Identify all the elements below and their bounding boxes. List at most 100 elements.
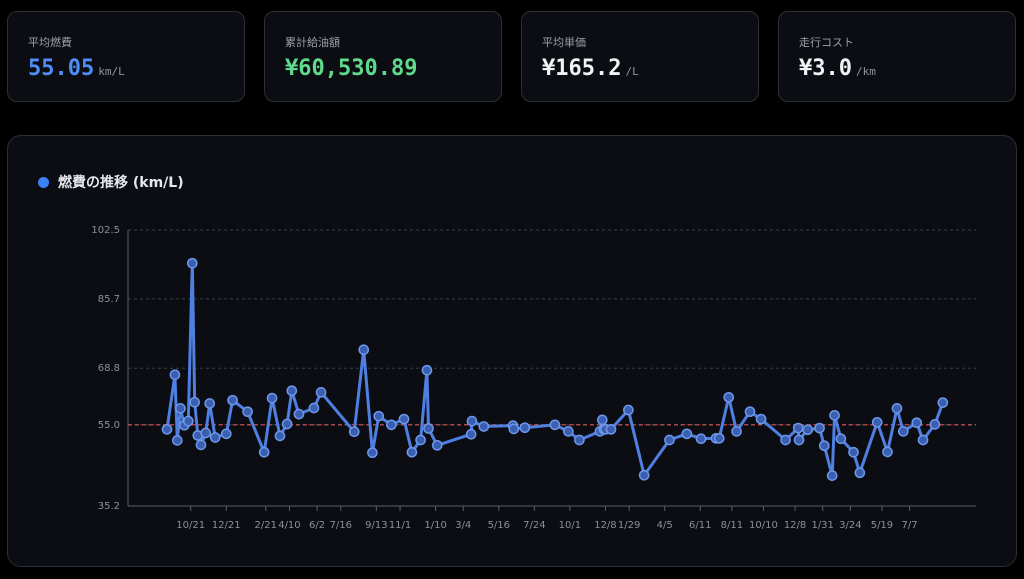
- data-point: [171, 435, 183, 446]
- data-point: [465, 428, 477, 440]
- data-point: [182, 415, 194, 427]
- data-point: [281, 418, 293, 430]
- x-tick-label: 5/19: [871, 520, 893, 531]
- stat-label: 平均燃費: [28, 36, 72, 49]
- x-tick-label: 12/21: [212, 520, 241, 531]
- data-point: [695, 433, 707, 445]
- data-point: [744, 406, 756, 418]
- x-tick-label: 6/2: [309, 520, 325, 531]
- x-tick-label: 3/24: [839, 520, 861, 531]
- y-tick-label: 35.2: [98, 501, 120, 512]
- data-point: [814, 422, 825, 434]
- x-tick-label: 10/1: [559, 520, 581, 531]
- data-point: [848, 446, 859, 458]
- stat-value: ¥165.2/L: [542, 56, 639, 81]
- data-point: [406, 446, 418, 458]
- x-tick-label: 6/11: [689, 520, 711, 531]
- stat-label: 平均単価: [542, 36, 586, 49]
- x-tick-label: 7/24: [523, 520, 545, 531]
- stat-value: 55.05 km/L: [28, 56, 125, 81]
- data-point: [911, 417, 923, 429]
- stat-card-avg-unit-price: 平均単価 ¥165.2/L: [521, 11, 759, 102]
- x-tick-label: 1/29: [618, 520, 640, 531]
- stat-card-running-cost: 走行コスト ¥3.0/km: [778, 11, 1016, 102]
- stat-number: ¥60,530.89: [285, 56, 418, 81]
- data-point: [200, 427, 212, 439]
- data-point: [681, 428, 693, 440]
- stat-value: ¥3.0/km: [799, 56, 876, 81]
- data-point: [818, 440, 830, 452]
- data-point: [792, 422, 804, 434]
- data-point: [373, 410, 385, 422]
- data-point: [829, 410, 840, 421]
- data-point: [348, 426, 360, 438]
- data-point: [882, 446, 893, 458]
- data-point: [826, 470, 838, 482]
- data-point: [478, 421, 490, 432]
- data-point: [897, 426, 909, 437]
- stat-unit: /km: [855, 65, 876, 78]
- data-point: [891, 403, 903, 414]
- data-point: [835, 433, 847, 445]
- data-point: [519, 422, 531, 434]
- y-tick-label: 85.7: [98, 294, 120, 305]
- stat-number: 55.05: [28, 56, 95, 81]
- data-point: [161, 423, 173, 435]
- data-point: [195, 439, 207, 451]
- data-point: [286, 385, 298, 397]
- data-point: [605, 423, 617, 435]
- x-tick-label: 7/16: [330, 520, 352, 531]
- data-point: [367, 447, 378, 459]
- x-tick-label: 11/1: [389, 520, 411, 531]
- stat-label: 走行コスト: [799, 36, 854, 49]
- data-point: [421, 364, 433, 376]
- data-point: [308, 402, 320, 414]
- stat-label: 累計給油額: [285, 36, 340, 49]
- stat-card-total-fuel-cost: 累計給油額 ¥60,530.89: [264, 11, 502, 102]
- data-point: [917, 434, 929, 446]
- data-point: [169, 369, 181, 381]
- stat-value: ¥60,530.89: [285, 56, 421, 81]
- data-point: [227, 394, 238, 406]
- mileage-line-chart: 35.2 55.0 68.8 85.7 102.5 10/21 12/21 2/21 4/10 6…: [91, 225, 976, 531]
- data-point: [508, 423, 520, 435]
- x-tick-label: 1/10: [424, 520, 446, 531]
- x-tick-label: 7/7: [902, 520, 918, 531]
- x-tick-label: 8/11: [721, 520, 743, 531]
- data-point: [723, 391, 735, 403]
- data-point: [204, 398, 216, 409]
- stat-unit: /L: [625, 65, 639, 78]
- data-point: [596, 414, 608, 426]
- data-point: [713, 432, 725, 444]
- data-point: [755, 413, 767, 425]
- data-point: [549, 419, 561, 431]
- data-point: [664, 434, 675, 446]
- x-tick-label: 12/8: [594, 520, 616, 531]
- data-point: [638, 469, 650, 481]
- data-point: [274, 430, 286, 442]
- data-point: [562, 426, 574, 437]
- stat-unit: km/L: [98, 65, 125, 78]
- data-point: [266, 392, 278, 404]
- data-point: [209, 432, 221, 443]
- data-point: [731, 426, 742, 437]
- data-point: [423, 423, 434, 434]
- stat-number: ¥3.0: [799, 56, 852, 81]
- x-tick-label: 10/10: [749, 520, 778, 531]
- x-tick-label: 4/5: [657, 520, 673, 531]
- data-point: [929, 419, 941, 430]
- x-tick-label: 2/21: [255, 520, 277, 531]
- data-point: [431, 439, 443, 451]
- data-point: [220, 428, 232, 440]
- data-point: [386, 419, 397, 431]
- y-tick-label: 55.0: [98, 420, 120, 431]
- data-point: [854, 467, 866, 479]
- data-point: [293, 408, 305, 420]
- x-tick-label: 3/4: [455, 520, 471, 531]
- data-point: [175, 403, 186, 414]
- data-point: [574, 434, 585, 446]
- chart-panel: 燃費の推移 (km/L) 35.2 55.0 68.8 85.7 102.5 10/21 1…: [7, 135, 1017, 567]
- y-tick-label: 68.8: [98, 363, 120, 374]
- data-point: [415, 434, 426, 446]
- data-point: [242, 406, 253, 418]
